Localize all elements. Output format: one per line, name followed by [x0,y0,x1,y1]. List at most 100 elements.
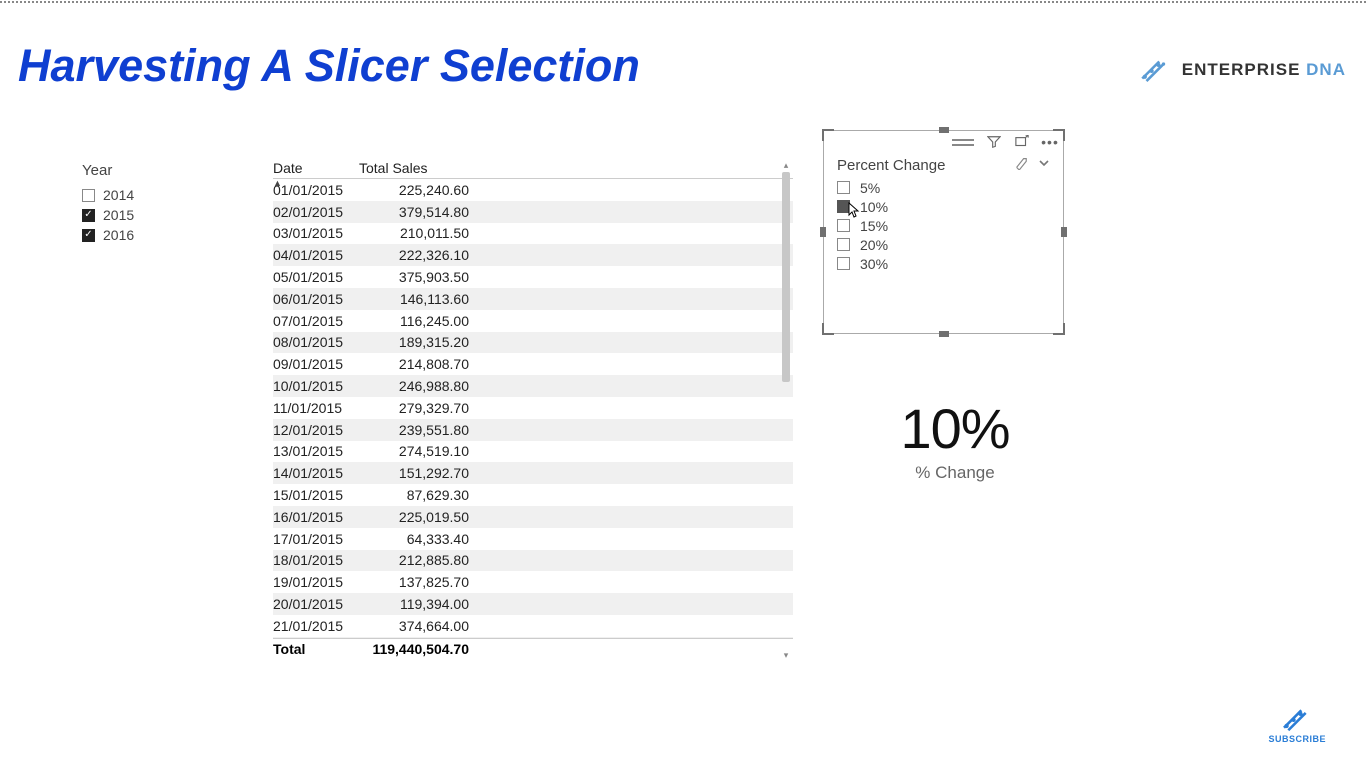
filter-icon[interactable] [986,134,1002,150]
cell-sales: 116,245.00 [359,313,469,329]
resize-handle-r[interactable] [1061,227,1067,237]
cell-date: 20/01/2015 [273,596,359,612]
table-row[interactable]: 21/01/2015374,664.00 [273,615,793,637]
cell-date: 07/01/2015 [273,313,359,329]
subscribe-badge[interactable]: SUBSCRIBE [1268,706,1326,744]
percent-option-10pct[interactable]: 10% [837,197,1050,216]
sales-table[interactable]: Date ▲ Total Sales 01/01/2015225,240.600… [273,160,793,680]
resize-handle-t[interactable] [939,127,949,133]
table-row[interactable]: 17/01/201564,333.40 [273,528,793,550]
chevron-down-icon[interactable] [1038,156,1050,174]
percent-option-label: 5% [860,180,880,196]
focus-mode-icon[interactable] [1014,134,1030,150]
cell-date: 15/01/2015 [273,487,359,503]
cell-sales: 64,333.40 [359,531,469,547]
brand-name-2: DNA [1306,60,1346,79]
checkbox-icon[interactable] [837,181,850,194]
table-header[interactable]: Date ▲ Total Sales [273,160,793,179]
table-row[interactable]: 12/01/2015239,551.80 [273,419,793,441]
cell-date: 12/01/2015 [273,422,359,438]
scroll-down-icon[interactable]: ▾ [782,650,790,660]
cell-sales: 87,629.30 [359,487,469,503]
year-option-2015[interactable]: 2015 [82,205,232,225]
table-row[interactable]: 02/01/2015379,514.80 [273,201,793,223]
table-row[interactable]: 01/01/2015225,240.60 [273,179,793,201]
table-scrollbar[interactable]: ▴ ▾ [782,160,790,660]
subscribe-label: SUBSCRIBE [1268,734,1326,744]
percent-option-label: 30% [860,256,888,272]
cell-sales: 274,519.10 [359,443,469,459]
percent-slicer-visual[interactable]: ••• Percent Change 5% 10%15%20% 30% [823,130,1064,334]
scroll-thumb[interactable] [782,172,790,382]
table-row[interactable]: 05/01/2015375,903.50 [273,266,793,288]
col-date-label: Date [273,160,303,176]
checkbox-icon[interactable] [82,229,95,242]
table-body[interactable]: 01/01/2015225,240.6002/01/2015379,514.80… [273,179,793,638]
checkbox-icon[interactable] [837,257,850,270]
cell-sales: 212,885.80 [359,552,469,568]
table-row[interactable]: 18/01/2015212,885.80 [273,550,793,572]
percent-change-card[interactable]: 10% % Change [830,396,1080,483]
checkbox-icon[interactable] [82,209,95,222]
table-row[interactable]: 06/01/2015146,113.60 [273,288,793,310]
percent-option-label: 10% [860,199,888,215]
resize-handle-br[interactable] [1053,323,1065,335]
checkbox-icon[interactable] [837,200,850,213]
cell-sales: 146,113.60 [359,291,469,307]
percent-option-15pct[interactable]: 15% [837,216,1050,235]
year-option-2016[interactable]: 2016 [82,225,232,245]
table-row[interactable]: 19/01/2015137,825.70 [273,571,793,593]
cell-sales: 222,326.10 [359,247,469,263]
cell-date: 05/01/2015 [273,269,359,285]
table-total-row: Total 119,440,504.70 [273,638,793,657]
col-sales-header[interactable]: Total Sales [359,160,459,176]
table-row[interactable]: 08/01/2015189,315.20 [273,332,793,354]
resize-handle-b[interactable] [939,331,949,337]
more-options-icon[interactable]: ••• [1042,134,1058,150]
checkbox-icon[interactable] [837,219,850,232]
table-row[interactable]: 16/01/2015225,019.50 [273,506,793,528]
scroll-up-icon[interactable]: ▴ [782,160,790,170]
top-border [0,1,1366,3]
cell-sales: 225,240.60 [359,182,469,198]
brand-name-1: ENTERPRISE [1182,60,1301,79]
clear-selection-icon[interactable] [1014,156,1028,174]
cell-sales: 210,011.50 [359,225,469,241]
page-title: Harvesting A Slicer Selection [18,40,640,92]
year-option-label: 2014 [103,187,134,203]
percent-slicer-title: Percent Change [837,157,945,174]
percent-option-5pct[interactable]: 5% [837,178,1050,197]
cell-sales: 189,315.20 [359,334,469,350]
total-value: 119,440,504.70 [359,641,469,657]
percent-option-20pct[interactable]: 20% [837,235,1050,254]
col-date-header[interactable]: Date ▲ [273,160,359,176]
cell-sales: 151,292.70 [359,465,469,481]
sort-asc-icon: ▲ [273,178,282,188]
total-label: Total [273,641,359,657]
resize-handle-l[interactable] [820,227,826,237]
cell-date: 17/01/2015 [273,531,359,547]
table-row[interactable]: 10/01/2015246,988.80 [273,375,793,397]
year-option-2014[interactable]: 2014 [82,185,232,205]
table-row[interactable]: 15/01/201587,629.30 [273,484,793,506]
checkbox-icon[interactable] [82,189,95,202]
resize-handle-tl[interactable] [822,129,834,141]
cell-sales: 225,019.50 [359,509,469,525]
year-slicer[interactable]: Year 201420152016 [82,162,232,245]
table-row[interactable]: 07/01/2015116,245.00 [273,310,793,332]
cell-date: 19/01/2015 [273,574,359,590]
checkbox-icon[interactable] [837,238,850,251]
drag-handle-icon[interactable] [952,139,974,146]
table-row[interactable]: 11/01/2015279,329.70 [273,397,793,419]
table-row[interactable]: 14/01/2015151,292.70 [273,462,793,484]
table-row[interactable]: 09/01/2015214,808.70 [273,353,793,375]
table-row[interactable]: 03/01/2015210,011.50 [273,223,793,245]
table-row[interactable]: 04/01/2015222,326.10 [273,244,793,266]
table-row[interactable]: 13/01/2015274,519.10 [273,441,793,463]
cell-date: 06/01/2015 [273,291,359,307]
resize-handle-bl[interactable] [822,323,834,335]
cell-sales: 279,329.70 [359,400,469,416]
table-row[interactable]: 20/01/2015119,394.00 [273,593,793,615]
cell-date: 10/01/2015 [273,378,359,394]
percent-option-30pct[interactable]: 30% [837,254,1050,273]
